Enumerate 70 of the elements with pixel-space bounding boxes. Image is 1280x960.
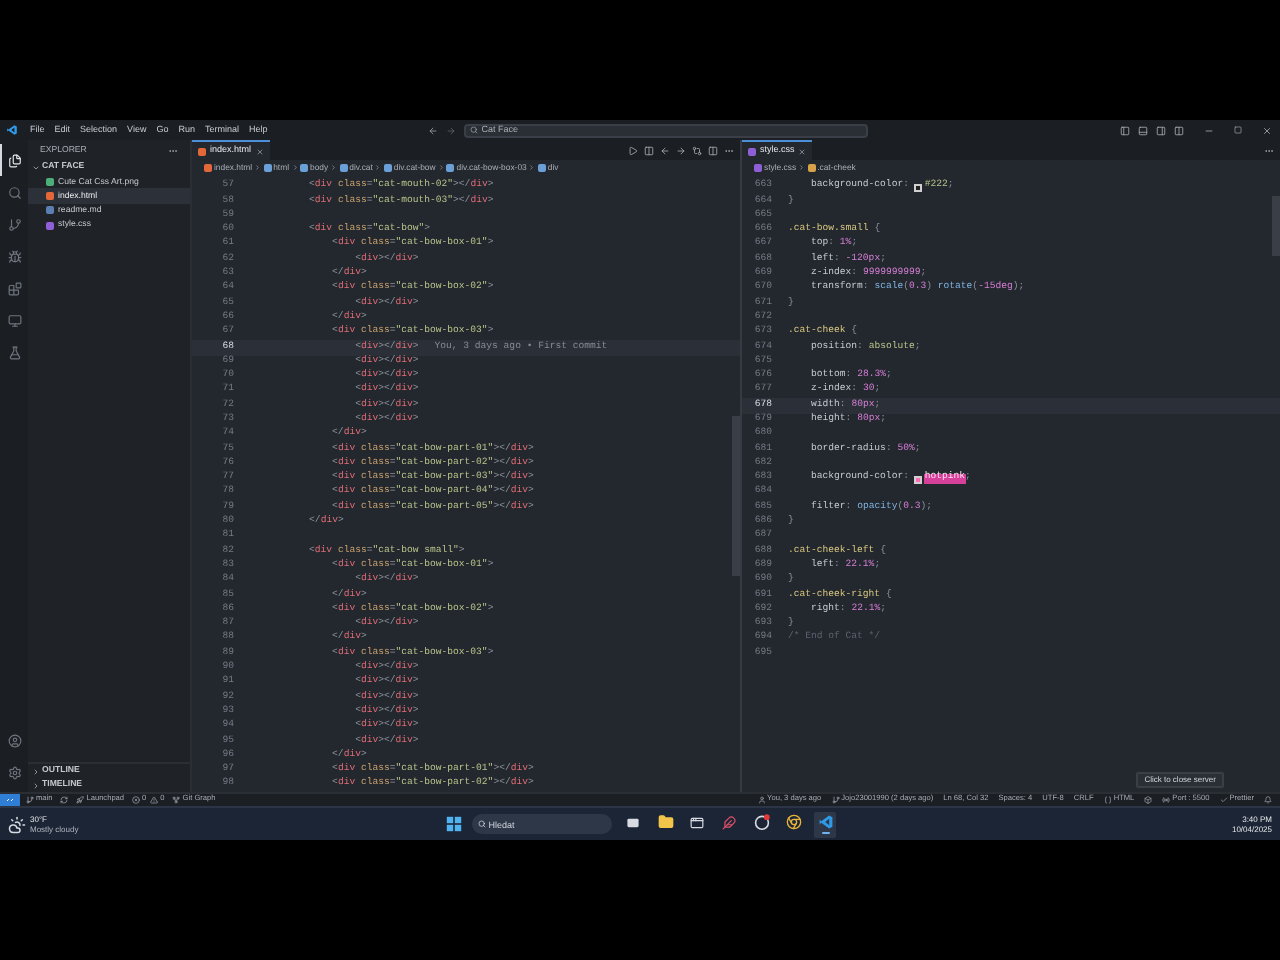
element-icon — [383, 163, 392, 172]
chevron-icon — [437, 164, 445, 172]
panel-left-icon[interactable] — [1120, 125, 1130, 135]
browser-icon — [785, 814, 802, 830]
flask-icon — [8, 345, 22, 359]
branch-icon — [8, 217, 22, 231]
window-icon — [690, 815, 705, 829]
status-bar-item[interactable] — [60, 796, 69, 804]
element-icon — [537, 163, 546, 172]
maximize-icon[interactable] — [1234, 126, 1242, 134]
element-icon — [263, 163, 272, 172]
blocks-icon — [8, 281, 22, 295]
panel-bottom-icon[interactable] — [1138, 125, 1148, 135]
play-icon[interactable] — [628, 145, 638, 155]
files-icon — [8, 153, 22, 167]
search-icon — [469, 126, 478, 134]
minimize-icon[interactable] — [1204, 125, 1214, 135]
check-icon — [1219, 796, 1228, 804]
graph-icon — [172, 796, 181, 804]
markdown-file-icon — [46, 206, 54, 215]
rocket-icon — [76, 796, 85, 804]
person-icon — [757, 796, 766, 804]
html-file-icon — [46, 191, 54, 200]
split-editor-icon[interactable] — [708, 145, 718, 155]
monitor-icon — [8, 313, 22, 327]
folder-icon — [657, 814, 674, 830]
warning-icon — [150, 796, 159, 804]
error-icon — [132, 796, 141, 804]
commit-icon — [831, 796, 840, 804]
panel-right-icon[interactable] — [1156, 125, 1166, 135]
css-file-icon — [46, 221, 54, 230]
arrow-right-icon[interactable] — [676, 145, 686, 155]
start-icon[interactable] — [446, 816, 463, 832]
code-editor-icon — [817, 814, 834, 830]
split-editor-icon[interactable] — [644, 145, 654, 155]
chevron-icon — [291, 164, 299, 172]
taskbar-app[interactable] — [814, 811, 837, 837]
chevron-icon — [330, 164, 338, 172]
sync-icon — [60, 796, 69, 804]
feather-icon — [722, 815, 737, 829]
chevron-icon — [528, 164, 536, 172]
status-bar-item[interactable] — [1144, 796, 1153, 804]
search-icon — [478, 820, 487, 828]
chevron-icon — [374, 164, 382, 172]
color-swatch[interactable] — [914, 183, 923, 192]
weather-icon[interactable] — [8, 815, 26, 833]
status-bar-item[interactable] — [1264, 796, 1272, 804]
app-logo — [6, 124, 18, 136]
element-icon — [300, 163, 309, 172]
branch-icon — [26, 796, 34, 804]
chevron-icon — [798, 164, 806, 172]
settings-icon — [8, 765, 22, 779]
broadcast-icon — [1162, 796, 1171, 804]
arrow-left-icon[interactable] — [660, 145, 670, 155]
selector-icon — [807, 163, 816, 172]
copilot-icon — [1144, 796, 1153, 804]
browser-icon — [753, 814, 770, 830]
image-file-icon — [46, 177, 54, 186]
back-arrow-icon[interactable] — [427, 125, 438, 135]
bug-icon — [8, 249, 22, 263]
account-icon — [8, 733, 22, 747]
layout-icon[interactable] — [1174, 125, 1184, 135]
element-icon — [339, 163, 348, 172]
bell-icon — [1264, 796, 1272, 804]
color-swatch[interactable] — [914, 475, 923, 484]
compare-icon[interactable] — [692, 145, 702, 155]
chevron-icon — [254, 164, 262, 172]
search-icon — [8, 185, 22, 199]
element-icon — [446, 163, 455, 172]
task-view-icon — [626, 815, 641, 829]
